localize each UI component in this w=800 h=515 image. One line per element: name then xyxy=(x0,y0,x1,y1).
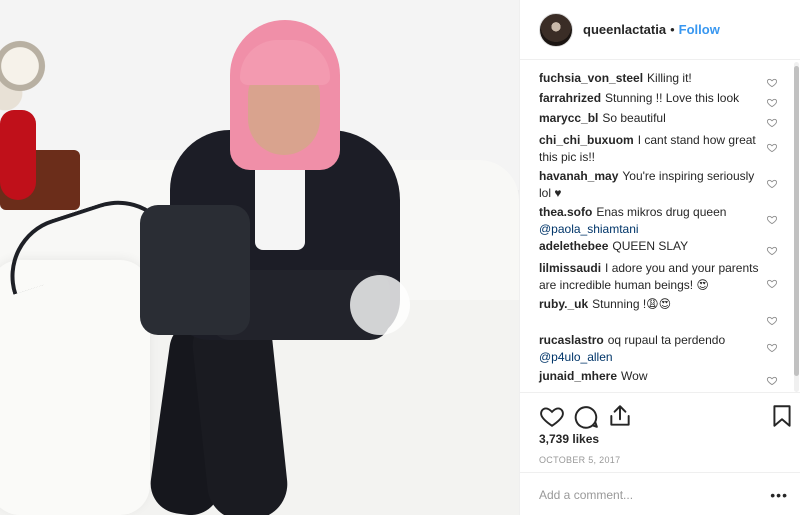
likes-count[interactable]: 3,739 likes xyxy=(539,432,599,446)
sofa-arm xyxy=(0,260,150,515)
comment-icon[interactable] xyxy=(573,403,599,429)
comment-text: Stunning !😩😍 xyxy=(592,297,672,311)
comment-username[interactable]: farrahrized xyxy=(539,91,601,105)
comment-like-heart-icon[interactable] xyxy=(766,115,778,128)
comment-text: So beautiful xyxy=(602,111,666,125)
comment-item: thea.sofo Enas mikros drug queen @paola_sh… xyxy=(539,204,769,238)
comment-like-heart-icon[interactable] xyxy=(766,140,778,153)
red-vase xyxy=(0,110,36,200)
comment-text: QUEEN SLAY xyxy=(612,239,689,253)
comment-item: adelethebee QUEEN SLAY xyxy=(539,238,769,255)
comment-like-heart-icon[interactable] xyxy=(766,373,778,386)
comment-text: Wow xyxy=(621,369,648,383)
scrollbar-thumb[interactable] xyxy=(794,66,799,376)
comment-username[interactable]: thea.sofo xyxy=(539,205,592,219)
heart-icon[interactable] xyxy=(539,403,565,429)
comment-username[interactable]: fuchsia_von_steel xyxy=(539,71,643,85)
bookmark-icon[interactable] xyxy=(769,403,795,429)
person-figure xyxy=(0,20,410,515)
comment-item: chi_chi_buxuom I cant stand how great thi… xyxy=(539,132,769,166)
comment-like-heart-icon[interactable] xyxy=(766,340,778,353)
post-header: queenlactatia • Follow xyxy=(520,0,800,60)
comment-mention-link[interactable]: @p4ulo_allen xyxy=(539,350,613,364)
comment-username[interactable]: havanah_may xyxy=(539,169,618,183)
comment-username[interactable]: lilmissaudi xyxy=(539,261,601,275)
comment-username[interactable]: adelethebee xyxy=(539,239,608,253)
comment-like-heart-icon[interactable] xyxy=(766,243,778,256)
comment-username[interactable]: rucaslastro xyxy=(539,333,604,347)
post-side-panel: queenlactatia • Follow fuchsia_von_steel… xyxy=(519,0,800,515)
username-link[interactable]: queenlactatia xyxy=(583,22,666,37)
comment-username[interactable]: ruby._uk xyxy=(539,297,588,311)
comment-like-heart-icon[interactable] xyxy=(766,212,778,225)
tulle xyxy=(350,275,410,335)
comment-username[interactable]: marycc_bl xyxy=(539,111,598,125)
comment-username[interactable]: junaid_mhere xyxy=(539,369,617,383)
avatar[interactable] xyxy=(539,12,573,47)
post-date: OCTOBER 5, 2017 xyxy=(539,455,621,465)
follow-button[interactable]: Follow xyxy=(679,22,720,37)
comment-like-heart-icon[interactable] xyxy=(766,176,778,189)
comment-text: Stunning !! Love this look xyxy=(605,91,740,105)
comment-item: fuchsia_von_steel Killing it! xyxy=(539,70,769,87)
comment-item: marycc_bl So beautiful xyxy=(539,110,769,127)
comment-item: junaid_mhere Wow xyxy=(539,368,769,385)
separator-dot: • xyxy=(670,22,675,37)
post-photo[interactable] xyxy=(0,0,519,515)
comment-like-heart-icon[interactable] xyxy=(766,75,778,88)
comment-mention-link[interactable]: @paola_shiamtani xyxy=(539,222,639,236)
comment-username[interactable]: chi_chi_buxuom xyxy=(539,133,634,147)
more-options-icon[interactable]: ••• xyxy=(770,487,788,503)
comment-item: rucaslastro oq rupaul ta perdendo @p4ulo_a… xyxy=(539,332,769,366)
add-comment-bar: Add a comment... ••• xyxy=(520,472,800,515)
share-icon[interactable] xyxy=(607,403,633,429)
comment-like-heart-icon[interactable] xyxy=(766,276,778,289)
comment-like-heart-icon[interactable] xyxy=(766,95,778,108)
flowers xyxy=(0,30,50,120)
handbag xyxy=(140,205,250,335)
comment-text: Killing it! xyxy=(647,71,692,85)
comment-item: lilmissaudi I adore you and your parents … xyxy=(539,260,769,294)
comment-item: ruby._uk Stunning !😩😍 xyxy=(539,296,769,313)
comment-item: farrahrized Stunning !! Love this look xyxy=(539,90,769,107)
comment-text: oq rupaul ta perdendo xyxy=(607,333,726,347)
comment-text: Enas mikros drug queen xyxy=(596,205,727,219)
add-comment-input[interactable]: Add a comment... xyxy=(539,488,633,502)
comment-item: havanah_may You're inspiring seriously lo… xyxy=(539,168,769,202)
comments-list[interactable]: fuchsia_von_steel Killing it! farrahrized S… xyxy=(520,62,800,392)
comment-like-heart-icon[interactable] xyxy=(766,313,778,326)
